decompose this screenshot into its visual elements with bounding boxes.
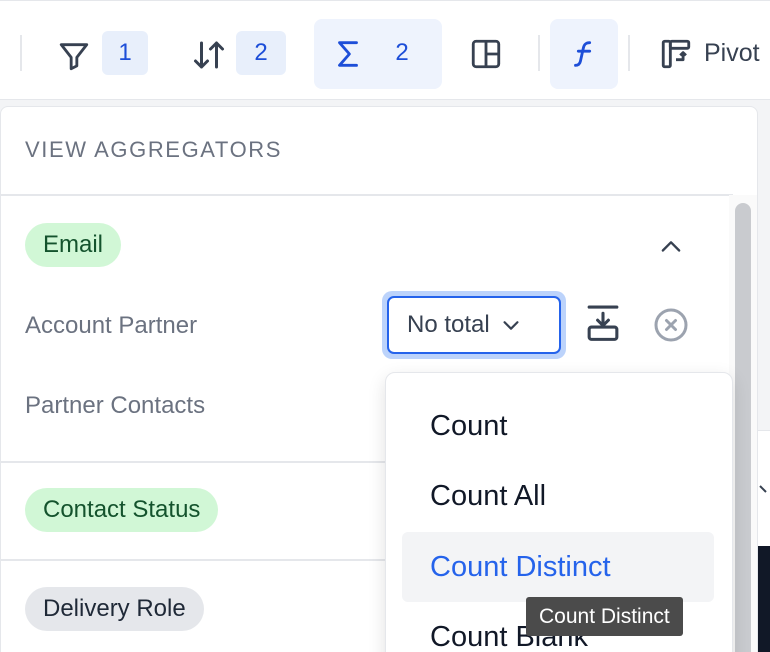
aggregate-button[interactable]: 2: [314, 19, 442, 89]
aggregate-select[interactable]: No total: [387, 296, 561, 354]
insert-total-row-icon[interactable]: [583, 303, 623, 345]
row-label-account-partner: Account Partner: [25, 312, 198, 339]
filter-count-badge: 1: [102, 31, 148, 75]
sort-button[interactable]: 2: [180, 19, 290, 89]
chevron-down-icon: [500, 314, 522, 336]
toolbar-divider: [20, 35, 22, 71]
panel-title: VIEW AGGREGATORS: [25, 137, 283, 162]
formula-button[interactable]: [550, 19, 618, 89]
remove-circle-x-icon[interactable]: [651, 305, 691, 345]
background-chevron-icon: [758, 480, 770, 505]
tooltip: Count Distinct: [526, 597, 683, 636]
formula-icon: [566, 36, 602, 72]
toolbar: 1 2 2 Pivot: [0, 0, 770, 100]
group-pill-delivery-role: Delivery Role: [25, 587, 204, 631]
collapse-chevron-up-icon[interactable]: [653, 229, 689, 265]
filter-button[interactable]: 1: [46, 19, 156, 89]
filter-icon: [56, 38, 92, 74]
group-pill-email: Email: [25, 223, 122, 267]
scrollbar-thumb[interactable]: [735, 203, 751, 652]
sort-icon: [190, 36, 228, 74]
background-dark-cell: [756, 546, 770, 652]
option-count-all[interactable]: Count All: [402, 461, 714, 531]
layout-icon: [468, 36, 504, 72]
aggregate-select-value: No total: [407, 311, 490, 338]
option-count[interactable]: Count: [402, 391, 714, 461]
sigma-icon: [330, 36, 366, 72]
divider: [1, 194, 733, 196]
option-count-distinct[interactable]: Count Distinct: [402, 532, 714, 602]
row-label-partner-contacts: Partner Contacts: [25, 392, 206, 419]
aggregate-count-badge: 2: [395, 39, 409, 66]
group-pill-contact-status: Contact Status: [25, 488, 219, 532]
layout-button[interactable]: [458, 19, 514, 89]
toolbar-divider: [628, 35, 630, 71]
toolbar-divider: [538, 35, 540, 71]
sort-count-badge: 2: [236, 31, 286, 75]
pivot-icon: [658, 36, 694, 72]
pivot-label: Pivot: [704, 39, 760, 67]
